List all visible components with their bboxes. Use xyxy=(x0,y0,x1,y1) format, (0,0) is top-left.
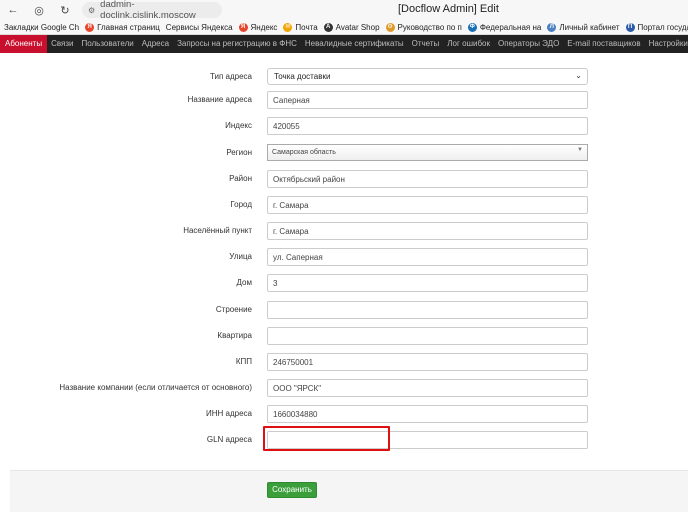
apartment-label: Квартира xyxy=(217,331,252,340)
bookmark-item[interactable]: Я Главная страниц xyxy=(85,22,166,32)
company-name-label: Название компании (если отличается от ос… xyxy=(59,383,252,392)
bookmark-label: Сервисы Яндекса xyxy=(165,22,233,32)
row-street: Улица xyxy=(0,248,688,270)
bookmark-label: Федеральная на xyxy=(479,22,542,32)
bookmark-label: Закладки Google Ch xyxy=(4,22,80,32)
bookmark-item[interactable]: ✉ Почта xyxy=(283,22,323,32)
main-navigation: Абоненты Связи Пользователи Адреса Запросы н… xyxy=(0,35,688,53)
row-inn: ИНН адреса xyxy=(0,405,688,427)
region-combobox[interactable]: Самарская область ▼ xyxy=(267,144,588,161)
street-input[interactable] xyxy=(267,248,588,266)
kpp-input[interactable] xyxy=(267,353,588,371)
triangle-down-icon: ▼ xyxy=(577,147,583,153)
bookmark-favicon-icon: ⚙ xyxy=(385,22,395,32)
region-label: Регион xyxy=(226,148,252,157)
nav-item[interactable]: E-mail поставщиков xyxy=(563,35,644,53)
arrow-left-icon[interactable]: ← xyxy=(4,1,22,19)
building-label: Строение xyxy=(215,305,252,314)
nav-item[interactable]: Абоненты xyxy=(0,35,48,53)
bookmark-favicon-icon: A xyxy=(323,22,333,32)
save-button[interactable]: Сохранить xyxy=(267,482,317,498)
city-input[interactable] xyxy=(267,196,588,214)
bookmark-label: Avatar Shop xyxy=(335,22,380,32)
row-building: Строение xyxy=(0,301,688,323)
bookmark-label: Яндекс xyxy=(250,22,278,32)
bookmark-favicon-icon: Л xyxy=(547,22,557,32)
bookmark-label: Главная страниц xyxy=(97,22,160,32)
address-type-value: Точка доставки xyxy=(274,72,331,81)
bookmark-favicon-icon: Я xyxy=(85,22,95,32)
row-address-type: Тип адреса Точка доставки ⌄ xyxy=(0,68,688,90)
page-title: [Docflow Admin] Edit xyxy=(398,3,499,15)
district-label: Район xyxy=(229,174,252,183)
site-info-icon[interactable]: ⚙ xyxy=(88,6,95,15)
bookmark-item[interactable]: Л Личный кабинет xyxy=(547,22,625,32)
row-district: Район xyxy=(0,170,688,192)
bookmark-item[interactable]: ⚙ Руководство по п xyxy=(385,22,468,32)
kpp-label: КПП xyxy=(235,357,252,366)
bookmark-favicon-icon: Ф xyxy=(467,22,477,32)
address-type-label: Тип адреса xyxy=(209,72,252,81)
bookmark-label: Личный кабинет xyxy=(559,22,620,32)
nav-item[interactable]: Лог ошибок xyxy=(443,35,494,53)
row-index: Индекс xyxy=(0,117,688,139)
bookmark-favicon-icon: П xyxy=(625,22,635,32)
nav-item[interactable]: Запросы на регистрацию в ФНС xyxy=(173,35,301,53)
row-kpp: КПП xyxy=(0,353,688,375)
row-company-name: Название компании (если отличается от ос… xyxy=(0,379,688,401)
index-input[interactable] xyxy=(267,117,588,135)
browser-address-bar: ← ◎ ↻ ⚙ dadmin-doclink.cislink.moscow [D… xyxy=(0,0,688,21)
row-region: Регион Самарская область ▼ xyxy=(0,144,688,166)
street-label: Улица xyxy=(229,252,252,261)
row-locality: Населённый пункт xyxy=(0,222,688,244)
nav-item[interactable]: Связи xyxy=(47,35,77,53)
locality-label: Населённый пункт xyxy=(183,226,252,235)
company-name-input[interactable] xyxy=(267,379,588,397)
chevron-down-icon: ⌄ xyxy=(575,71,582,80)
gln-label: GLN адреса xyxy=(206,435,252,444)
house-label: Дом xyxy=(236,278,252,287)
bookmark-label: Портал государс xyxy=(637,22,688,32)
inn-input[interactable] xyxy=(267,405,588,423)
row-house: Дом xyxy=(0,274,688,296)
apartment-input[interactable] xyxy=(267,327,588,345)
row-address-name: Название адреса xyxy=(0,91,688,113)
bookmark-favicon-icon: ✉ xyxy=(283,22,293,32)
region-value: Самарская область xyxy=(272,149,336,156)
url-text: dadmin-doclink.cislink.moscow xyxy=(100,0,196,21)
nav-item[interactable]: Пользователи xyxy=(77,35,137,53)
building-input[interactable] xyxy=(267,301,588,319)
row-apartment: Квартира xyxy=(0,327,688,349)
bookmark-label: Почта xyxy=(295,22,318,32)
nav-item[interactable]: Невалидные сертификаты xyxy=(301,35,408,53)
reload-icon[interactable]: ↻ xyxy=(56,1,74,19)
bookmark-item[interactable]: Сервисы Яндекса xyxy=(166,23,239,32)
bookmarks-bar: Закладки Google Ch Я Главная страниц Сервис… xyxy=(0,20,688,35)
bookmark-item[interactable]: Ф Федеральная на xyxy=(467,22,548,32)
url-bar[interactable]: ⚙ dadmin-doclink.cislink.moscow xyxy=(82,0,222,21)
bookmark-item[interactable]: Закладки Google Ch xyxy=(0,23,85,32)
bookmark-item[interactable]: Я Яндекс xyxy=(238,22,284,32)
address-name-input[interactable] xyxy=(267,91,588,109)
bookmark-favicon-icon: Я xyxy=(238,22,248,32)
bookmark-item[interactable]: A Avatar Shop xyxy=(323,22,386,32)
profile-icon[interactable]: ◎ xyxy=(30,1,48,19)
gln-highlight-box xyxy=(263,426,390,451)
locality-input[interactable] xyxy=(267,222,588,240)
address-name-label: Название адреса xyxy=(187,95,252,104)
nav-item[interactable]: Отчеты xyxy=(408,35,444,53)
bookmark-item[interactable]: ППортал государс xyxy=(625,22,688,32)
nav-item[interactable]: Настройки xyxy=(645,35,688,53)
row-city: Город xyxy=(0,196,688,218)
inn-label: ИНН адреса xyxy=(206,409,252,418)
district-input[interactable] xyxy=(267,170,588,188)
city-label: Город xyxy=(230,200,252,209)
house-input[interactable] xyxy=(267,274,588,292)
form-footer xyxy=(10,470,688,512)
address-type-select[interactable]: Точка доставки ⌄ xyxy=(267,68,588,85)
bookmark-label: Руководство по п xyxy=(397,22,462,32)
index-label: Индекс xyxy=(225,121,252,130)
nav-item[interactable]: Операторы ЭДО xyxy=(494,35,563,53)
nav-item[interactable]: Адреса xyxy=(138,35,173,53)
